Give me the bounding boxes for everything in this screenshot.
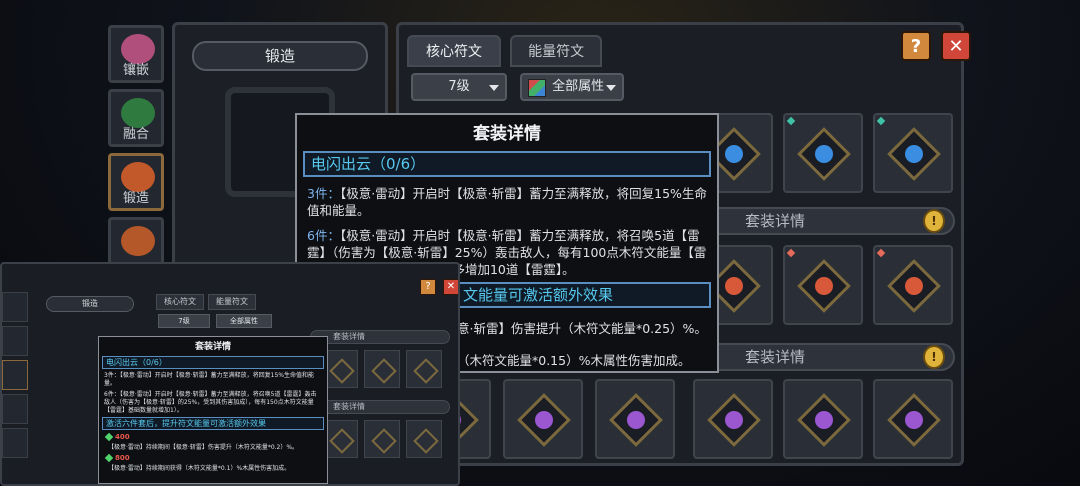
rune-rarity-icon bbox=[876, 248, 886, 258]
mini-side-tab bbox=[2, 428, 28, 458]
rune-tabs: 核心符文 能量符文 bbox=[407, 35, 606, 67]
purple-rune-icon bbox=[887, 393, 941, 447]
mini-threshold-text: 【极意·雷动】持续期间【极意·斩雷】伤害提升（木符文能量*0.2）%。 bbox=[108, 444, 299, 451]
tooltip-title: 套装详情 bbox=[473, 124, 541, 144]
mini-set-detail-bar: 套装详情 bbox=[310, 330, 450, 344]
tab-core-runes[interactable]: 核心符文 bbox=[407, 35, 501, 67]
purple-rune-icon bbox=[707, 393, 761, 447]
rune-item[interactable] bbox=[783, 379, 863, 459]
mini-set-detail-tooltip: 套装详情 电闪出云（0/6） 3件：【极意·雷动】开启时【极意·斩雷】蓄力至满释… bbox=[98, 336, 328, 484]
mini-tab-core: 核心符文 bbox=[156, 294, 204, 310]
blue-rune-icon bbox=[887, 127, 941, 181]
attribute-color-icon bbox=[528, 79, 547, 97]
mini-attribute-dropdown: 全部属性 bbox=[216, 314, 272, 328]
chevron-down-icon bbox=[489, 85, 499, 91]
mini-threshold-text: 【极意·雷动】持续期间获得（木符文能量*0.1）%木属性伤害加成。 bbox=[108, 465, 291, 472]
threshold-value: 800 bbox=[115, 454, 130, 462]
green-gem-icon bbox=[104, 453, 114, 463]
set-detail-label: 套装详情 bbox=[745, 348, 806, 366]
tab-energy-runes[interactable]: 能量符文 bbox=[510, 35, 603, 67]
piece-count-label: 6件： bbox=[307, 228, 340, 243]
rune-rarity-icon bbox=[786, 116, 796, 126]
mini-side-tab bbox=[2, 292, 28, 322]
mini-side-tab bbox=[2, 360, 28, 390]
rune-item[interactable] bbox=[595, 379, 675, 459]
rune-rarity-icon bbox=[786, 248, 796, 258]
rune-item[interactable] bbox=[783, 113, 863, 193]
mini-tab-energy: 能量符文 bbox=[208, 294, 256, 310]
rune-item[interactable] bbox=[873, 113, 953, 193]
rune-item[interactable] bbox=[783, 245, 863, 325]
side-tab-inlay[interactable]: 镶嵌 bbox=[108, 25, 164, 83]
green-gem-icon bbox=[104, 432, 114, 442]
mini-set-bonus-3: 3件：【极意·雷动】开启时【极意·斩雷】蓄力至满释放，将回复15%生命值和能量。 bbox=[104, 372, 314, 387]
set-detail-bar[interactable]: 套装详情 ! bbox=[687, 343, 955, 371]
bonus-header: 文能量可激活额外效果 bbox=[455, 282, 711, 308]
mini-set-bonus-6: 6件：【极意·雷动】开启时【极意·斩雷】蓄力至满释放，将召唤5道【雷霆】轰击敌人… bbox=[104, 391, 317, 414]
info-coin-icon: ! bbox=[923, 209, 945, 233]
preview-screenshot: 锻造 核心符文 能量符文 ? ✕ 7级 全部属性 套装详情 套装详情 幽影领主 … bbox=[0, 262, 460, 486]
blue-rune-icon bbox=[797, 127, 851, 181]
info-coin-icon: ! bbox=[923, 345, 945, 369]
mini-side-tab bbox=[2, 326, 28, 356]
rune-item[interactable] bbox=[873, 245, 953, 325]
bonus-line: （木符文能量*0.15）%木属性伤害加成。 bbox=[457, 353, 691, 368]
red-rune-icon bbox=[887, 259, 941, 313]
set-name-header: 电闪出云（0/6） bbox=[303, 151, 711, 177]
red-rune-icon bbox=[797, 259, 851, 313]
mini-set-name: 电闪出云（0/6） bbox=[102, 356, 324, 369]
filter-bar: 7级 全部属性 bbox=[411, 73, 632, 101]
side-tab-label: 融合 bbox=[122, 127, 149, 142]
purple-rune-icon bbox=[517, 393, 571, 447]
mini-threshold-2: 800 bbox=[104, 453, 324, 463]
level-dropdown-value: 7级 bbox=[448, 79, 470, 94]
mini-rune bbox=[406, 420, 442, 458]
purple-rune-icon bbox=[797, 393, 851, 447]
mini-help-button: ? bbox=[420, 279, 436, 295]
rune-item[interactable] bbox=[873, 379, 953, 459]
side-tab-column: 镶嵌 融合 锻造 bbox=[108, 25, 168, 281]
mini-rune bbox=[364, 420, 400, 458]
purple-rune-icon bbox=[609, 393, 663, 447]
close-button[interactable]: ✕ bbox=[941, 31, 971, 61]
bonus-line: 意·斩雷】伤害提升（木符文能量*0.25）%。 bbox=[457, 321, 707, 336]
mini-rune bbox=[406, 350, 442, 388]
threshold-value: 400 bbox=[115, 433, 130, 441]
mini-tooltip-title: 套装详情 bbox=[194, 342, 231, 352]
mini-threshold-1: 400 bbox=[104, 432, 324, 442]
forge-title: 锻造 bbox=[192, 41, 368, 71]
level-dropdown[interactable]: 7级 bbox=[411, 73, 507, 101]
rune-row bbox=[407, 375, 957, 467]
crossed-blades-icon bbox=[121, 226, 155, 256]
rune-rarity-icon bbox=[876, 116, 886, 126]
help-button[interactable]: ? bbox=[901, 31, 931, 61]
set-detail-label: 套装详情 bbox=[745, 212, 806, 230]
side-tab-forge[interactable]: 锻造 bbox=[108, 153, 164, 211]
mini-forge-title: 锻造 bbox=[46, 296, 134, 312]
side-tab-label: 锻造 bbox=[122, 191, 149, 206]
rune-item[interactable] bbox=[503, 379, 583, 459]
attribute-dropdown[interactable]: 全部属性 bbox=[520, 73, 625, 101]
side-tab-label: 镶嵌 bbox=[122, 63, 149, 78]
set-bonus-3: 3件：【极意·雷动】开启时【极意·斩雷】蓄力至满释放，将回复15%生命值和能量。 bbox=[307, 185, 707, 219]
side-tab-fuse[interactable]: 融合 bbox=[108, 89, 164, 147]
set-detail-bar[interactable]: 套装详情 ! bbox=[687, 207, 955, 235]
mini-set-detail-bar: 套装详情 bbox=[310, 400, 450, 414]
mini-side-tab bbox=[2, 394, 28, 424]
rune-item[interactable] bbox=[693, 379, 773, 459]
set-bonus-text: 【极意·雷动】开启时【极意·斩雷】蓄力至满释放，将回复15%生命值和能量。 bbox=[307, 186, 707, 218]
mini-close-button: ✕ bbox=[443, 279, 458, 295]
chevron-down-icon bbox=[606, 85, 617, 91]
piece-count-label: 3件： bbox=[307, 186, 340, 201]
mini-bonus-header: 激活六件套后，提升符文能量可激活额外效果 bbox=[102, 417, 324, 430]
mini-level-dropdown: 7级 bbox=[158, 314, 210, 328]
attribute-dropdown-value: 全部属性 bbox=[552, 79, 605, 94]
mini-rune bbox=[364, 350, 400, 388]
